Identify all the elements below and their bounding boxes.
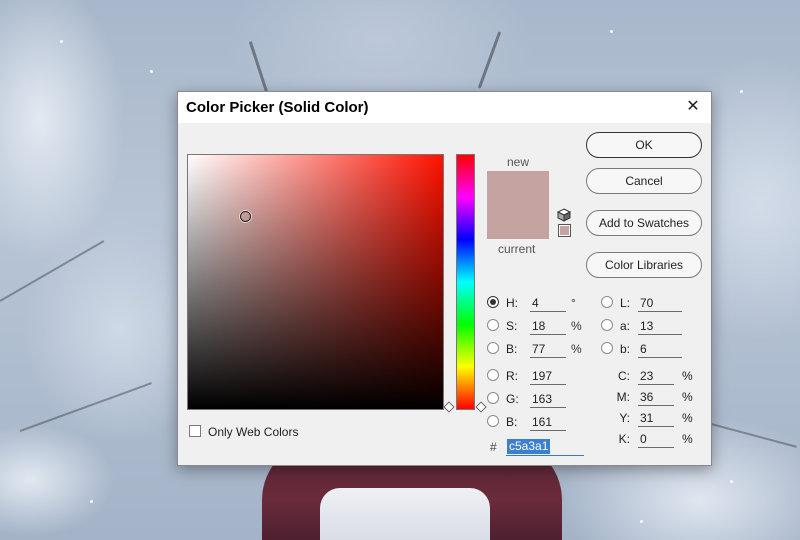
snowflake [150,70,153,73]
red-label: R: [506,369,518,383]
close-icon[interactable]: ✕ [681,96,705,118]
brightness-row: B: 77 % [487,340,597,358]
red-input[interactable]: 197 [530,367,566,385]
hue-radio[interactable] [487,296,499,308]
green-input[interactable]: 163 [530,390,566,408]
figure-collar [320,488,490,540]
snowflake [740,90,743,93]
current-color-swatch[interactable] [487,205,549,239]
lab-l-input[interactable]: 70 [638,294,682,312]
red-radio[interactable] [487,369,499,381]
cyan-row: C: 23 % [616,367,706,385]
brightness-unit: % [571,342,582,356]
snowflake [610,30,613,33]
hue-slider-handle-left[interactable] [443,401,455,413]
hue-unit: ° [571,296,576,310]
color-field-marker[interactable] [240,211,251,222]
magenta-unit: % [682,390,693,404]
color-picker-dialog: Color Picker (Solid Color) ✕ new current… [177,91,712,466]
yellow-row: Y: 31 % [616,409,706,427]
yellow-label: Y: [619,411,630,425]
saturation-radio[interactable] [487,319,499,331]
lab-a-input[interactable]: 13 [638,317,682,335]
black-input[interactable]: 0 [638,430,674,448]
dialog-title: Color Picker (Solid Color) [186,99,369,116]
black-label: K: [618,432,630,446]
add-to-swatches-button[interactable]: Add to Swatches [586,210,702,236]
magenta-row: M: 36 % [616,388,706,406]
only-web-colors-checkbox[interactable] [189,425,201,437]
saturation-unit: % [571,319,582,333]
saturation-input[interactable]: 18 [530,317,566,335]
magenta-label: M: [616,390,630,404]
blue-row: B: 161 [487,413,597,431]
cyan-label: C: [618,369,630,383]
black-row: K: 0 % [616,430,706,448]
red-row: R: 197 [487,367,597,385]
lab-b-radio[interactable] [601,342,613,354]
lab-a-row: a: 13 [601,317,701,335]
lab-l-row: L: 70 [601,294,701,312]
saturation-label: S: [506,319,518,333]
lab-b-input[interactable]: 6 [638,340,682,358]
cancel-button[interactable]: Cancel [586,168,702,194]
yellow-input[interactable]: 31 [638,409,674,427]
snowflake [640,520,643,523]
brightness-label: B: [506,342,518,356]
title-bar[interactable]: Color Picker (Solid Color) ✕ [178,92,711,123]
only-web-colors-label[interactable]: Only Web Colors [208,425,298,439]
gamut-cube-icon[interactable] [557,208,571,222]
snowflake [90,500,93,503]
cyan-unit: % [682,369,693,383]
hue-slider-handle-right[interactable] [475,401,487,413]
hex-hash-label: # [490,440,497,454]
ok-button[interactable]: OK [586,132,702,158]
color-libraries-button[interactable]: Color Libraries [586,252,702,278]
current-color-label: current [498,242,536,256]
new-color-label: new [507,155,530,169]
lab-l-label: L: [620,296,631,310]
hue-label: H: [506,296,518,310]
lab-a-label: a: [620,319,631,333]
snowflake [60,40,63,43]
lab-l-radio[interactable] [601,296,613,308]
hex-input[interactable]: c5a3a1 [506,438,584,456]
hue-row: H: 4 ° [487,294,597,312]
magenta-input[interactable]: 36 [638,388,674,406]
new-color-swatch [487,171,549,205]
hue-slider[interactable] [456,154,475,410]
brightness-radio[interactable] [487,342,499,354]
black-unit: % [682,432,693,446]
cyan-input[interactable]: 23 [638,367,674,385]
hue-input[interactable]: 4 [530,294,566,312]
saturation-row: S: 18 % [487,317,597,335]
web-safe-swatch[interactable] [558,224,571,237]
saturation-brightness-field[interactable] [187,154,444,410]
green-radio[interactable] [487,392,499,404]
lab-b-row: b: 6 [601,340,701,358]
snowflake [730,480,733,483]
yellow-unit: % [682,411,693,425]
hex-value: c5a3a1 [507,439,551,454]
brightness-input[interactable]: 77 [530,340,566,358]
green-label: G: [506,392,519,406]
lab-a-radio[interactable] [601,319,613,331]
blue-label: B: [506,415,518,429]
blue-input[interactable]: 161 [530,413,566,431]
green-row: G: 163 [487,390,597,408]
blue-radio[interactable] [487,415,499,427]
lab-b-label: b: [620,342,631,356]
